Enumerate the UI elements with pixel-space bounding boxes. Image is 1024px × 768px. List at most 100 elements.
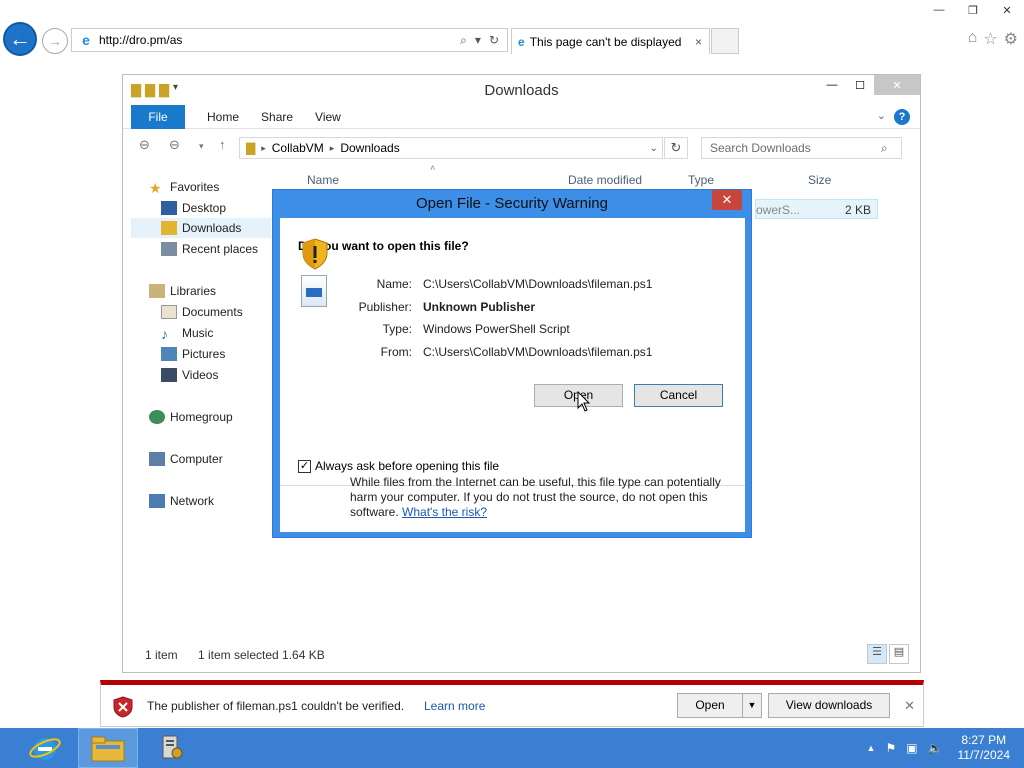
new-tab-button[interactable] [711, 28, 739, 54]
nav-network[interactable]: Network [149, 491, 214, 511]
tab-close-button[interactable]: × [695, 35, 702, 49]
back-button[interactable]: ← [3, 22, 37, 56]
back-button[interactable]: ⊖ [139, 137, 150, 153]
refresh-icon[interactable]: ↻ [489, 33, 499, 48]
dialog-close-button[interactable]: ✕ [712, 190, 742, 210]
nav-homegroup[interactable]: Homegroup [149, 407, 233, 427]
recent-locations-icon[interactable]: ▾ [199, 141, 204, 152]
nav-videos[interactable]: Videos [161, 365, 218, 385]
nav-music[interactable]: ♪ Music [161, 323, 213, 343]
home-icon[interactable]: ⌂ [968, 29, 978, 49]
breadcrumb[interactable]: ▇ ▸ CollabVM ▸ Downloads ⌄ [239, 137, 663, 159]
music-icon: ♪ [161, 326, 168, 342]
whats-the-risk-link[interactable]: What's the risk? [402, 505, 487, 519]
taskbar-ie[interactable] [15, 728, 75, 768]
nav-label: Pictures [182, 347, 226, 361]
volume-muted-icon[interactable]: 🔈 [928, 741, 943, 755]
taskbar-powershell[interactable] [141, 728, 201, 768]
open-options-dropdown[interactable]: ▼ [742, 693, 762, 718]
file-explorer-icon [91, 736, 125, 762]
system-tray: ▲ ⚑ ▣ 🔈 8:27 PM 11/7/2024 [862, 728, 1024, 768]
maximize-button[interactable]: ☐ [846, 75, 874, 95]
tab-share[interactable]: Share [261, 110, 293, 124]
clock[interactable]: 8:27 PM 11/7/2024 [958, 733, 1011, 763]
cancel-button[interactable]: Cancel [634, 384, 723, 407]
mouse-cursor-icon [577, 391, 591, 412]
forward-button[interactable]: ⊖ [169, 137, 180, 153]
minimize-button[interactable]: — [922, 0, 956, 20]
nav-recent-places[interactable]: Recent places [161, 239, 258, 259]
help-icon[interactable]: ? [894, 109, 910, 125]
checkbox-checked-icon[interactable]: ✓ [298, 459, 311, 473]
browser-tab[interactable]: e This page can't be displayed × [511, 28, 710, 54]
expand-ribbon-icon[interactable]: ⌄ [877, 109, 886, 122]
column-name[interactable]: Name [307, 173, 339, 187]
search-input[interactable]: Search Downloads [701, 137, 902, 159]
powershell-file-icon [301, 275, 327, 307]
breadcrumb-item[interactable]: Downloads [340, 141, 399, 155]
videos-icon [161, 368, 177, 382]
nav-label: Libraries [170, 284, 217, 298]
ribbon-tabs: File Home Share View ⌄ ? [123, 104, 920, 129]
explorer-window-controls: — ☐ ✕ [818, 75, 920, 95]
minimize-button[interactable]: — [818, 75, 846, 95]
network-icon [149, 494, 165, 508]
large-icons-view-icon[interactable]: ▤ [889, 644, 909, 664]
tab-view[interactable]: View [315, 110, 341, 124]
gear-icon[interactable]: ⚙ [1004, 29, 1018, 49]
network-icon[interactable]: ▣ [906, 741, 917, 755]
refresh-button[interactable]: ↻ [664, 137, 688, 159]
chevron-down-icon[interactable]: ⌄ [650, 143, 658, 154]
tab-file[interactable]: File [131, 104, 185, 129]
close-icon[interactable]: ✕ [904, 698, 915, 714]
notif-open-button[interactable]: Open [677, 693, 743, 718]
nav-label: Documents [182, 305, 243, 319]
address-bar[interactable]: e http://dro.pm/as ⌕ ▾ ↻ [71, 28, 508, 52]
close-button[interactable]: ✕ [990, 0, 1024, 20]
arrow-left-icon: ← [9, 26, 31, 51]
tab-title: This page can't be displayed [529, 34, 682, 49]
forward-button[interactable]: → [42, 28, 68, 54]
nav-documents[interactable]: Documents [161, 302, 243, 322]
always-ask-checkbox[interactable]: ✓ Always ask before opening this file [298, 459, 499, 473]
breadcrumb-item[interactable]: CollabVM [272, 141, 324, 155]
details-view-icon[interactable]: ☰ [867, 644, 887, 664]
star-icon: ★ [149, 180, 162, 196]
close-button[interactable]: ✕ [874, 75, 920, 95]
recent-places-icon [161, 242, 177, 256]
flag-icon[interactable]: ⚑ [885, 741, 896, 755]
star-icon[interactable]: ☆ [983, 29, 997, 49]
learn-more-link[interactable]: Learn more [424, 699, 485, 713]
view-downloads-button[interactable]: View downloads [768, 693, 890, 718]
dropdown-icon[interactable]: ▾ [475, 33, 481, 48]
navigation-row: ⊖ ⊖ ▾ ↑ ▇ ▸ CollabVM ▸ Downloads ⌄ ↻ Sea… [123, 129, 920, 163]
column-type[interactable]: Type [688, 173, 714, 187]
breadcrumb-separator: ▸ [329, 142, 335, 153]
search-icon[interactable]: ⌕ [460, 33, 467, 48]
nav-downloads[interactable]: Downloads [131, 218, 271, 238]
label-name: Name: [376, 277, 412, 291]
restore-button[interactable]: ❐ [956, 0, 990, 20]
column-size[interactable]: Size [808, 173, 831, 187]
window-controls: — ❐ ✕ [922, 0, 1024, 20]
address-url[interactable]: http://dro.pm/as [99, 33, 460, 47]
shield-warning-icon [302, 238, 328, 270]
browser-tools: ⌂ ☆ ⚙ [968, 29, 1018, 49]
nav-desktop[interactable]: Desktop [161, 198, 226, 218]
folder-icon: ▇ [246, 141, 256, 155]
column-date[interactable]: Date modified [568, 173, 642, 187]
nav-favorites[interactable]: ★ Favorites [149, 177, 219, 197]
tab-home[interactable]: Home [207, 110, 239, 124]
sort-arrow-icon: ˄ [430, 163, 436, 173]
ie-logo-icon: e [518, 34, 525, 49]
nav-libraries[interactable]: Libraries [149, 281, 216, 301]
nav-pictures[interactable]: Pictures [161, 344, 225, 364]
security-warning-dialog: Open File - Security Warning ✕ Do you wa… [272, 189, 752, 538]
clock-date: 11/7/2024 [957, 748, 1011, 762]
nav-label: Network [170, 494, 215, 508]
chevron-up-icon[interactable]: ▲ [867, 743, 876, 753]
taskbar-file-explorer[interactable] [78, 728, 138, 768]
table-row[interactable]: owerS... 2 KB [755, 199, 878, 219]
nav-computer[interactable]: Computer [149, 449, 223, 469]
up-button[interactable]: ↑ [219, 137, 226, 152]
